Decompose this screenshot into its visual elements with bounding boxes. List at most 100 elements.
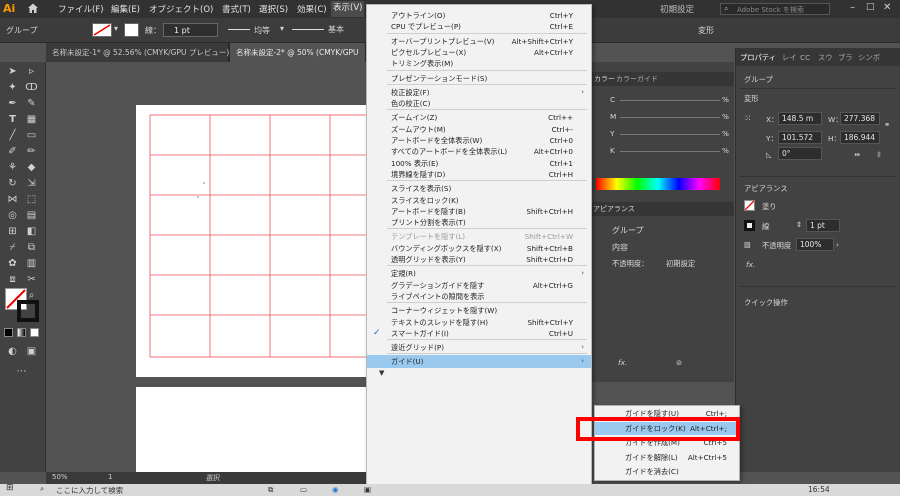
fx-button[interactable]: fx. (746, 260, 755, 269)
slice-tool-icon[interactable]: ✂ (25, 274, 38, 286)
tab-color-guide[interactable]: カラーガイド (616, 74, 658, 84)
link-proportions-icon[interactable]: ⚭ (884, 120, 890, 129)
minimize-icon[interactable]: – (850, 2, 855, 13)
brush-label[interactable]: 基本 (328, 24, 344, 35)
clock-time[interactable]: 16:54 (808, 485, 830, 494)
menu-item[interactable]: トリミング表示(M) (367, 57, 591, 70)
appearance-opacity-value[interactable]: 初期設定 (666, 259, 695, 269)
more-tools-icon[interactable]: ⋯ (15, 366, 28, 378)
menu-effect[interactable]: 効果(C) (297, 3, 327, 15)
angle-field[interactable]: 0° (778, 147, 822, 160)
menu-item[interactable]: 境界線を隠す(D) Ctrl+H (367, 168, 591, 181)
tab-document-2[interactable]: 名称未設定-2* @ 50% (CMYK/GPU (230, 43, 366, 62)
none-mode-icon[interactable] (30, 328, 39, 337)
gradient-mode-icon[interactable] (17, 328, 26, 337)
fx-icon[interactable]: fx. (618, 358, 627, 367)
menu-file[interactable]: ファイル(F) (58, 3, 104, 15)
canvas-area[interactable] (46, 62, 366, 472)
menu-object[interactable]: オブジェクト(O) (149, 3, 213, 15)
screen-mode-icon[interactable]: ▣ (25, 346, 38, 358)
rectangle-tool-icon[interactable]: ▭ (25, 130, 38, 142)
graph-tool-icon[interactable]: ▥ (25, 258, 38, 270)
store-icon[interactable]: ▣ (364, 485, 371, 494)
zoom-level[interactable]: 50% (52, 473, 68, 481)
submenu-item[interactable]: ガイドを解除(L) Alt+Ctrl+5 (595, 451, 739, 464)
channel-k-slider[interactable] (620, 151, 720, 152)
menu-item[interactable]: CPU でプレビュー(P) Ctrl+E (367, 20, 591, 33)
maximize-icon[interactable]: □ (866, 2, 875, 12)
task-view-icon[interactable]: ⧉ (268, 485, 273, 495)
stroke-stepper-icon[interactable]: ⇕ (796, 220, 802, 229)
grid-tool-icon[interactable]: ▦ (25, 114, 38, 126)
curvature-tool-icon[interactable]: ✎ (25, 98, 38, 110)
channel-c-slider[interactable] (620, 100, 720, 101)
free-transform-icon[interactable]: ⬚ (25, 194, 38, 206)
eyedropper-icon[interactable]: ⌿ (6, 242, 19, 254)
width-tool-icon[interactable]: ⋈ (6, 194, 19, 206)
tab-appearance[interactable]: アピアランス (593, 204, 635, 214)
workspace-switcher[interactable]: 初期設定 (660, 3, 694, 15)
menu-item[interactable]: 色の校正(C) (367, 97, 591, 110)
flip-horizontal-icon[interactable]: ⇹ (854, 150, 860, 159)
home-icon[interactable] (27, 2, 39, 14)
lasso-icon[interactable]: ↀ (25, 82, 38, 94)
w-field[interactable]: 277.368 (840, 112, 880, 125)
explorer-icon[interactable]: ▭ (300, 485, 307, 494)
menu-item[interactable]: プレゼンテーションモード(S) (367, 72, 591, 85)
fill-swatch[interactable] (744, 200, 755, 211)
draw-mode-icon[interactable]: ◐ (6, 346, 19, 358)
opacity-field[interactable]: 100% (796, 238, 834, 251)
stroke-profile-label[interactable]: 均等 (254, 25, 270, 36)
fill-swatch[interactable] (92, 23, 112, 37)
menu-view[interactable]: 表示(V) (331, 1, 365, 17)
artboard-tool-icon[interactable]: ⧈ (6, 274, 19, 286)
menu-item[interactable]: 透明グリッドを表示(Y) Shift+Ctrl+D (367, 253, 591, 266)
perspective-grid-icon[interactable]: ▤ (25, 210, 38, 222)
stroke-swatch[interactable] (744, 220, 755, 231)
color-spectrum[interactable] (596, 178, 720, 190)
stock-search-box[interactable]: Adobe Stock を検索 ⌕ (720, 3, 830, 15)
tab-layers[interactable]: レイ (782, 53, 797, 63)
y-field[interactable]: 101.572 (778, 131, 822, 144)
direct-selection-tool-icon[interactable]: ▹ (25, 66, 38, 78)
h-field[interactable]: 186.944 (840, 131, 880, 144)
blend-tool-icon[interactable]: ⧉ (25, 242, 38, 254)
artboard[interactable] (136, 105, 366, 377)
menu-item[interactable]: ライブペイントの隙間を表示 (367, 290, 591, 303)
menu-item[interactable]: プリント分割を表示(T) (367, 216, 591, 229)
mesh-tool-icon[interactable]: ⊞ (6, 226, 19, 238)
pen-tool-icon[interactable]: ✒ (6, 98, 19, 110)
tab-properties[interactable]: プロパティ (740, 53, 776, 63)
stroke-swatch[interactable] (124, 23, 139, 37)
pencil-tool-icon[interactable]: ✏ (25, 146, 38, 158)
selection-tool-icon[interactable]: ➤ (6, 66, 19, 78)
windows-start-icon[interactable]: ⊞ (6, 483, 14, 493)
edge-icon[interactable]: ◉ (332, 485, 339, 494)
shape-builder-icon[interactable]: ◎ (6, 210, 19, 222)
opacity-dropdown-icon[interactable]: › (836, 240, 839, 249)
profile-dropdown-icon[interactable]: ▾ (280, 24, 284, 33)
shaper-tool-icon[interactable]: ⚘ (6, 162, 19, 174)
menu-item[interactable]: ガイド(U) › (367, 355, 591, 369)
tab-cc-libraries[interactable]: CC (800, 53, 810, 62)
line-tool-icon[interactable]: ╱ (6, 130, 19, 142)
magic-wand-icon[interactable]: ✦ (6, 82, 19, 94)
tab-symbols[interactable]: シンボ (858, 53, 880, 63)
symbol-sprayer-icon[interactable]: ✿ (6, 258, 19, 270)
reference-point-icon[interactable]: ⁙ (744, 114, 752, 124)
taskbar-search-icon[interactable]: ⌕ (40, 484, 44, 494)
stroke-weight-field[interactable]: 1 pt (806, 219, 840, 232)
menu-edit[interactable]: 編集(E) (111, 3, 140, 15)
stroke-weight-field[interactable]: 1 pt (163, 23, 218, 37)
flip-vertical-icon[interactable]: ⇳ (876, 150, 882, 159)
gradient-tool-icon[interactable]: ◧ (25, 226, 38, 238)
menu-item[interactable]: ✓ スマートガイド(I) Ctrl+U (367, 327, 591, 340)
type-tool-icon[interactable]: T (6, 114, 19, 126)
submenu-item[interactable]: ガイドを消去(C) (595, 465, 739, 478)
clear-appearance-icon[interactable]: ⊘ (676, 358, 682, 367)
transform-label[interactable]: 変形 (698, 25, 714, 36)
channel-m-slider[interactable] (620, 117, 720, 118)
taskbar-search-placeholder[interactable]: ここに入力して検索 (56, 485, 123, 496)
scale-tool-icon[interactable]: ⇲ (25, 178, 38, 190)
brush-tool-icon[interactable]: ✐ (6, 146, 19, 158)
